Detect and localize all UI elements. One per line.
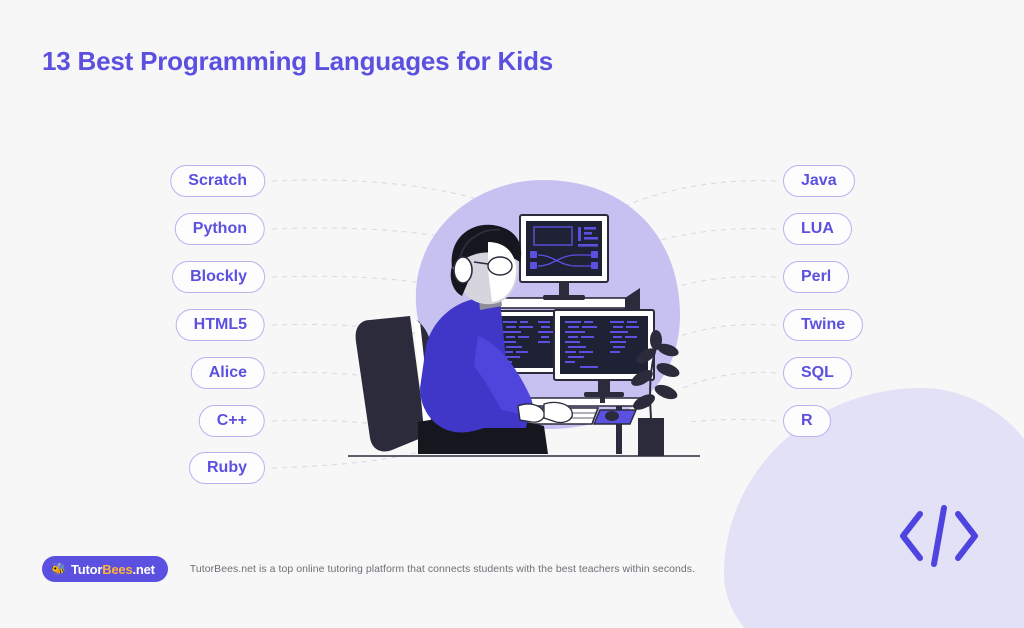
brand-accent: Bees	[102, 561, 133, 577]
language-pill-sql[interactable]: SQL	[783, 357, 852, 389]
footer-tagline: TutorBees.net is a top online tutoring p…	[189, 563, 696, 575]
page-title: 13 Best Programming Languages for Kids	[42, 46, 554, 76]
mouse-and-pad	[592, 409, 638, 425]
language-pill-twine[interactable]: Twine	[783, 309, 864, 341]
infographic-canvas: 13 Best Programming Languages for Kids S…	[0, 0, 1024, 628]
language-pill-java[interactable]: Java	[783, 165, 855, 197]
language-pill-scratch[interactable]: Scratch	[170, 165, 265, 197]
language-pill-ruby[interactable]: Ruby	[189, 452, 265, 484]
language-pill-r[interactable]: R	[783, 405, 831, 437]
language-pill-alice[interactable]: Alice	[190, 357, 265, 389]
programmer-at-desk-illustration	[348, 180, 700, 457]
bee-icon: 🐝	[51, 562, 66, 576]
language-pill-c[interactable]: C++	[198, 405, 265, 437]
brand-prefix: Tutor	[70, 561, 103, 577]
brand-wordmark: TutorBees.net	[71, 562, 155, 577]
language-pill-perl[interactable]: Perl	[783, 261, 850, 293]
language-pill-html5[interactable]: HTML5	[175, 309, 265, 341]
code-brackets-icon	[900, 505, 978, 567]
footer: 🐝 TutorBees.net TutorBees.net is a top o…	[42, 556, 695, 582]
language-pill-lua[interactable]: LUA	[783, 213, 852, 245]
language-pill-blockly[interactable]: Blockly	[172, 261, 265, 293]
language-pill-python[interactable]: Python	[174, 213, 265, 245]
tutorbees-logo-badge[interactable]: 🐝 TutorBees.net	[42, 556, 168, 582]
brand-suffix: .net	[132, 561, 155, 577]
